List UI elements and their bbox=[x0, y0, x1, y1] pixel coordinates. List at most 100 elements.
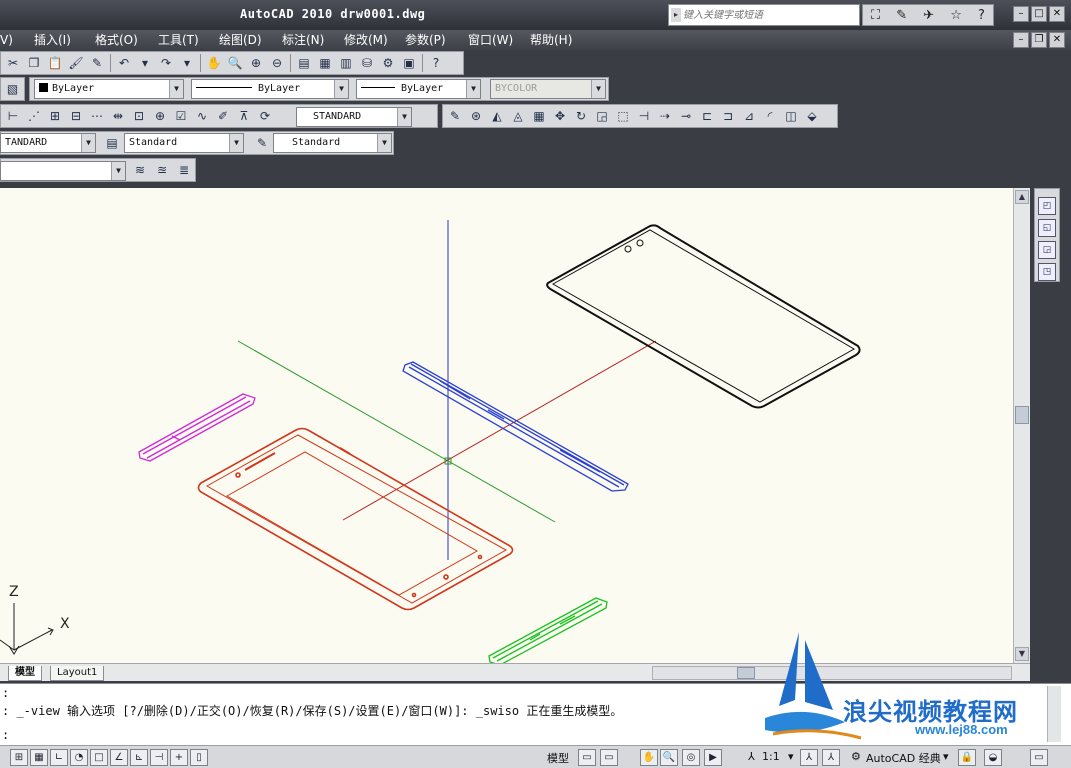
scroll-up-icon[interactable]: ▲ bbox=[1015, 190, 1029, 204]
mirror-icon[interactable]: ◭ bbox=[487, 106, 507, 126]
zoom-status-icon[interactable]: 🔍 bbox=[660, 749, 678, 766]
redo-dropdown-icon[interactable]: ▾ bbox=[177, 53, 197, 73]
ortho-mode-icon[interactable]: ∟ bbox=[50, 749, 68, 766]
dimension-update-icon[interactable]: ⟳ bbox=[255, 106, 275, 126]
chevron-down-icon[interactable]: ▼ bbox=[377, 134, 391, 152]
chevron-down-icon[interactable]: ▼ bbox=[169, 80, 183, 98]
menu-view[interactable]: V) bbox=[0, 30, 13, 50]
chevron-down-icon[interactable]: ▼ bbox=[466, 80, 480, 98]
chevron-down-icon[interactable]: ▼ bbox=[111, 162, 125, 180]
bring-to-front-icon[interactable]: ◰ bbox=[1038, 197, 1056, 215]
side-strip-green-part[interactable] bbox=[488, 597, 608, 663]
chevron-down-icon[interactable]: ▼ bbox=[334, 80, 348, 98]
back-panel-part[interactable] bbox=[546, 224, 861, 409]
polar-tracking-icon[interactable]: ◔ bbox=[70, 749, 88, 766]
annotation-scale-value[interactable]: 1:1 bbox=[762, 750, 780, 763]
close-button[interactable]: ✕ bbox=[1049, 6, 1065, 22]
dimension-edit-icon[interactable]: ✐ bbox=[213, 106, 233, 126]
middle-frame-part[interactable] bbox=[402, 361, 629, 492]
array-icon[interactable]: ▦ bbox=[529, 106, 549, 126]
fillet-icon[interactable]: ◜ bbox=[760, 106, 780, 126]
object-snap-tracking-icon[interactable]: ∠ bbox=[110, 749, 128, 766]
trim-icon[interactable]: ⊣ bbox=[634, 106, 654, 126]
zoom-window-icon[interactable]: ⊕ bbox=[246, 53, 266, 73]
linear-dimension-icon[interactable]: ⊢ bbox=[3, 106, 23, 126]
undo-dropdown-icon[interactable]: ▾ bbox=[135, 53, 155, 73]
chevron-down-icon[interactable]: ▾ bbox=[788, 750, 794, 763]
lock-ui-icon[interactable]: 🔒 bbox=[958, 749, 976, 766]
paste-icon[interactable]: 📋 bbox=[45, 53, 65, 73]
send-under-icon[interactable]: ◳ bbox=[1038, 263, 1056, 281]
workspace-switch[interactable]: AutoCAD 经典 bbox=[866, 750, 941, 766]
zoom-realtime-icon[interactable]: 🔍 bbox=[225, 53, 245, 73]
layer-state-dropdown[interactable]: ▼ bbox=[0, 161, 126, 181]
continue-dimension-icon[interactable]: ⊟ bbox=[66, 106, 86, 126]
vertical-scroll-thumb[interactable] bbox=[1015, 406, 1029, 424]
search-expand-icon[interactable]: ▸ bbox=[671, 8, 681, 22]
bring-above-icon[interactable]: ◲ bbox=[1038, 241, 1056, 259]
communication-icon[interactable]: ✈ bbox=[923, 8, 934, 23]
erase-icon[interactable]: ✎ bbox=[445, 106, 465, 126]
horizontal-scroll-thumb[interactable] bbox=[737, 667, 755, 679]
tolerance-icon[interactable]: ⊡ bbox=[129, 106, 149, 126]
tab-layout1[interactable]: Layout1 bbox=[50, 666, 105, 681]
pan-status-icon[interactable]: ✋ bbox=[640, 749, 658, 766]
workspace-gear-icon[interactable]: ⚙ bbox=[851, 750, 861, 763]
undo-icon[interactable]: ↶ bbox=[114, 53, 134, 73]
help-question-icon[interactable]: ? bbox=[978, 8, 985, 23]
favorites-star-icon[interactable]: ☆ bbox=[950, 8, 962, 23]
color-control-dropdown[interactable]: ByLayer ▼ bbox=[34, 79, 184, 99]
object-snap-icon[interactable]: □ bbox=[90, 749, 108, 766]
multileader-style-dropdown[interactable]: Standard ▼ bbox=[273, 133, 392, 153]
center-mark-icon[interactable]: ⊕ bbox=[150, 106, 170, 126]
baseline-dimension-icon[interactable]: ⊞ bbox=[45, 106, 65, 126]
scroll-down-icon[interactable]: ▼ bbox=[1015, 647, 1029, 661]
markup-icon[interactable]: ⚙ bbox=[378, 53, 398, 73]
isolate-objects-icon[interactable]: ◒ bbox=[984, 749, 1002, 766]
layer-isolate-icon[interactable]: ≊ bbox=[152, 160, 172, 180]
side-strip-magenta-part[interactable] bbox=[138, 393, 256, 462]
menu-format[interactable]: 格式(O) bbox=[95, 30, 138, 50]
menu-draw[interactable]: 绘图(D) bbox=[219, 30, 262, 50]
tab-model[interactable]: 模型 bbox=[8, 666, 42, 681]
layer-previous-icon[interactable]: ≋ bbox=[130, 160, 150, 180]
menu-tools[interactable]: 工具(T) bbox=[158, 30, 199, 50]
command-prompt[interactable]: : bbox=[2, 728, 9, 742]
dimension-text-edit-icon[interactable]: ⊼ bbox=[234, 106, 254, 126]
maximize-button[interactable]: □ bbox=[1031, 6, 1047, 22]
dimstyle-control-dropdown[interactable]: STANDARD ▼ bbox=[296, 107, 412, 127]
quick-dimension-icon[interactable]: ⋯ bbox=[87, 106, 107, 126]
model-space-label[interactable]: 模型 bbox=[547, 750, 569, 766]
explode-icon[interactable]: ◫ bbox=[781, 106, 801, 126]
lineweight-control-dropdown[interactable]: ByLayer ▼ bbox=[356, 79, 481, 99]
drawing-canvas[interactable]: Z X bbox=[0, 188, 1013, 663]
snap-mode-icon[interactable]: ⊞ bbox=[10, 749, 28, 766]
chevron-down-icon[interactable]: ▼ bbox=[81, 134, 95, 152]
properties-icon[interactable]: ▤ bbox=[294, 53, 314, 73]
inspection-icon[interactable]: ☑ bbox=[171, 106, 191, 126]
break-at-point-icon[interactable]: ⊸ bbox=[676, 106, 696, 126]
cut-icon[interactable]: ✂ bbox=[3, 53, 23, 73]
tool-palettes-icon[interactable]: ▥ bbox=[336, 53, 356, 73]
copy-icon[interactable]: ❐ bbox=[24, 53, 44, 73]
chevron-down-icon[interactable]: ▼ bbox=[397, 108, 411, 126]
chevron-down-icon[interactable]: ▾ bbox=[943, 750, 949, 763]
redo-icon[interactable]: ↷ bbox=[156, 53, 176, 73]
sheet-set-icon[interactable]: ⛁ bbox=[357, 53, 377, 73]
help-icon[interactable]: ? bbox=[426, 53, 446, 73]
help-search-box[interactable]: ▸ bbox=[668, 4, 860, 26]
wrench-icon[interactable]: ✎ bbox=[896, 8, 907, 23]
menu-help[interactable]: 帮助(H) bbox=[530, 30, 572, 50]
rotate-icon[interactable]: ↻ bbox=[571, 106, 591, 126]
vertical-scrollbar[interactable]: ▲ ▼ bbox=[1013, 188, 1030, 663]
front-shell-part[interactable] bbox=[197, 427, 514, 611]
text-style-dropdown[interactable]: TANDARD ▼ bbox=[0, 133, 96, 153]
jogged-linear-icon[interactable]: ∿ bbox=[192, 106, 212, 126]
layer-unisolate-icon[interactable]: ≣ bbox=[174, 160, 194, 180]
lineweight-display-icon[interactable]: + bbox=[170, 749, 188, 766]
auto-scale-icon[interactable]: ⅄ bbox=[822, 749, 840, 766]
dynamic-input-icon[interactable]: ⊣ bbox=[150, 749, 168, 766]
block-editor-icon[interactable]: ✎ bbox=[87, 53, 107, 73]
3d-edit-icon[interactable]: ⬙ bbox=[802, 106, 822, 126]
annotation-visibility-icon[interactable]: ⅄ bbox=[800, 749, 818, 766]
